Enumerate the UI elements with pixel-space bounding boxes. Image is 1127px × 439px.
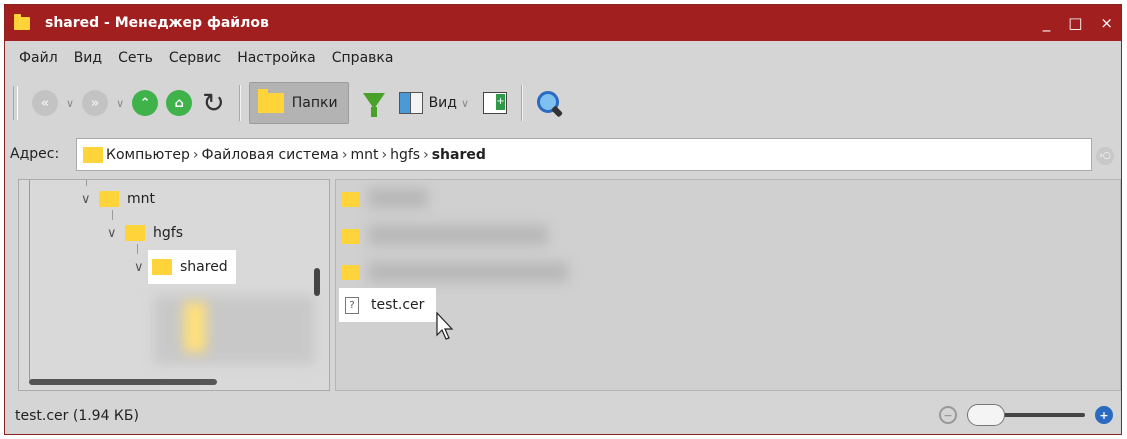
folder-icon — [257, 89, 284, 113]
menu-file[interactable]: Файл — [11, 50, 66, 66]
zoom-in-icon[interactable]: + — [1095, 406, 1113, 424]
refresh-icon[interactable]: ↻ — [202, 90, 225, 117]
mouse-cursor-icon — [436, 312, 454, 340]
menu-network[interactable]: Сеть — [110, 50, 161, 66]
tree-horizontal-scrollbar[interactable] — [29, 379, 217, 385]
window-title: shared - Менеджер файлов — [45, 15, 269, 31]
toolbar-grip[interactable] — [13, 86, 18, 120]
title-bar[interactable]: shared - Менеджер файлов _ □ × — [5, 5, 1121, 41]
chevron-down-icon[interactable]: ∨ — [107, 226, 121, 241]
menu-settings[interactable]: Настройка — [229, 50, 324, 66]
tree-item-mnt[interactable]: ∨ mnt — [81, 184, 155, 214]
folder-icon — [14, 13, 30, 30]
toolbar-separator — [521, 85, 524, 121]
folder-icon — [342, 228, 360, 244]
blurred-folder-icon — [184, 302, 206, 352]
tree-item-hgfs[interactable]: ∨ hgfs — [107, 218, 183, 248]
back-icon[interactable]: « — [32, 90, 58, 116]
view-icon — [398, 92, 423, 114]
menu-view[interactable]: Вид — [66, 50, 110, 66]
toolbar: « ∨ » ∨ ⌃ ⌂ ↻ Папки Вид ∨ — [5, 75, 1121, 131]
tree-item-label: shared — [180, 259, 228, 275]
menu-bar: Файл Вид Сеть Сервис Настройка Справка — [5, 41, 1121, 75]
panel-icon[interactable] — [483, 92, 508, 114]
zoom-slider-handle[interactable] — [967, 404, 1005, 426]
forward-icon[interactable]: » — [82, 90, 109, 116]
folders-button-label: Папки — [291, 95, 338, 111]
breadcrumb-separator: › — [341, 146, 348, 163]
tree-item-label: hgfs — [153, 225, 183, 241]
folder-icon — [83, 146, 103, 163]
view-button[interactable]: Вид ∨ — [398, 92, 473, 114]
view-button-label: Вид — [428, 95, 457, 111]
file-item-selected[interactable]: ? test.cer — [339, 288, 437, 322]
forward-history-dropdown[interactable]: ∨ — [116, 97, 124, 110]
tree-item-shared[interactable]: ∨ shared — [134, 250, 236, 284]
breadcrumb-mnt[interactable]: mnt — [351, 147, 379, 163]
document-icon: ? — [345, 296, 359, 314]
folder-icon — [125, 225, 145, 241]
tree-vertical-scrollbar[interactable] — [314, 268, 320, 296]
breadcrumb-hgfs[interactable]: hgfs — [390, 147, 420, 163]
chevron-down-icon[interactable]: ∨ — [81, 192, 95, 207]
chevron-down-icon[interactable]: ∨ — [461, 97, 469, 110]
breadcrumb-separator: › — [192, 146, 199, 163]
folder-icon — [342, 191, 360, 207]
zoom-slider[interactable] — [967, 404, 1085, 426]
tree-item-label: mnt — [127, 191, 155, 207]
filter-icon[interactable] — [362, 93, 385, 117]
list-item[interactable] — [342, 185, 360, 213]
go-icon[interactable]: ›○ — [1096, 147, 1114, 165]
blurred-file-name — [368, 188, 428, 208]
list-item[interactable] — [342, 258, 360, 286]
address-bar: Адрес: Компьютер › Файловая система › mn… — [5, 135, 1121, 175]
status-text: test.cer (1.94 КБ) — [15, 408, 139, 424]
file-name: test.cer — [371, 297, 425, 313]
address-field[interactable]: Компьютер › Файловая система › mnt › hgf… — [76, 138, 1092, 171]
back-history-dropdown[interactable]: ∨ — [66, 97, 74, 110]
breadcrumb-separator: › — [381, 146, 388, 163]
folder-icon — [99, 191, 119, 207]
package-folder-icon — [342, 264, 360, 280]
address-label: Адрес: — [10, 146, 60, 162]
blurred-file-name — [368, 262, 568, 282]
minimize-button[interactable]: _ — [1043, 14, 1051, 32]
file-manager-window: shared - Менеджер файлов _ □ × Файл Вид … — [4, 4, 1122, 435]
status-bar: test.cer (1.94 КБ) − + — [5, 396, 1121, 434]
breadcrumb-computer[interactable]: Компьютер — [106, 147, 190, 163]
zoom-out-icon[interactable]: − — [939, 406, 957, 424]
toolbar-separator — [238, 85, 241, 121]
menu-service[interactable]: Сервис — [161, 50, 229, 66]
home-icon[interactable]: ⌂ — [166, 90, 193, 116]
search-icon[interactable] — [535, 89, 564, 118]
folder-tree[interactable]: ∨ mnt ∨ hgfs ∨ shared — [18, 179, 330, 391]
chevron-down-icon[interactable]: ∨ — [134, 260, 148, 275]
zoom-controls: − + — [939, 404, 1113, 426]
folders-button[interactable]: Папки — [248, 82, 349, 124]
blurred-file-name — [368, 225, 548, 245]
breadcrumb-filesystem[interactable]: Файловая система — [202, 147, 339, 163]
file-list[interactable]: ? test.cer — [335, 179, 1121, 391]
close-button[interactable]: × — [1100, 14, 1113, 32]
breadcrumb-shared[interactable]: shared — [432, 147, 486, 163]
tree-item-selected[interactable]: shared — [148, 250, 236, 284]
blurred-tree-items — [154, 296, 314, 364]
menu-help[interactable]: Справка — [324, 50, 402, 66]
maximize-button[interactable]: □ — [1068, 14, 1082, 32]
list-item[interactable] — [342, 222, 360, 250]
breadcrumb-separator: › — [423, 146, 429, 163]
up-icon[interactable]: ⌃ — [132, 90, 159, 116]
folder-icon — [152, 259, 172, 275]
